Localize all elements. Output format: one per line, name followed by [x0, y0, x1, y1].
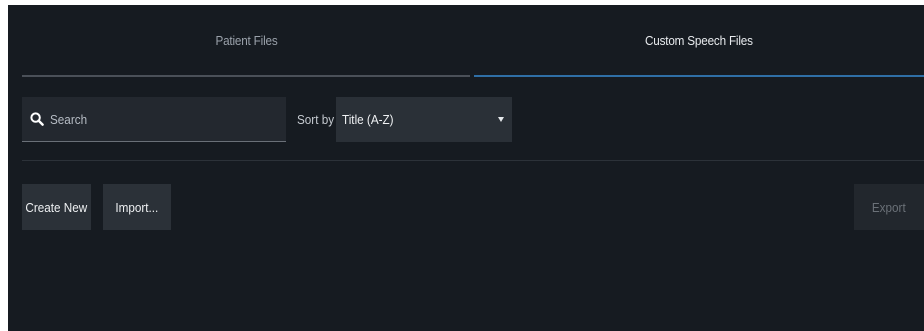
export-label: Export: [872, 199, 906, 215]
create-new-label: Create New: [25, 199, 88, 215]
search-icon: [30, 112, 44, 126]
tab-patient-files-label: Patient Files: [214, 32, 278, 48]
speech-files-panel: Patient Files Custom Speech Files Search…: [8, 5, 924, 331]
tab-bar: Patient Files Custom Speech Files: [22, 5, 924, 77]
import-button[interactable]: Import...: [103, 184, 171, 230]
search-input[interactable]: Search: [50, 112, 87, 127]
chevron-down-icon: [498, 117, 504, 122]
tab-custom-speech-files-label: Custom Speech Files: [645, 32, 753, 48]
search-field[interactable]: Search: [22, 97, 286, 142]
export-button[interactable]: Export: [854, 184, 924, 230]
sort-selected-value: Title (A-Z): [342, 112, 394, 127]
divider: [22, 160, 924, 161]
tab-custom-speech-files[interactable]: Custom Speech Files: [474, 5, 924, 77]
sort-by-label: Sort by: [297, 112, 335, 127]
import-label: Import...: [115, 199, 159, 215]
tab-patient-files[interactable]: Patient Files: [22, 5, 470, 77]
sort-select[interactable]: Title (A-Z): [336, 97, 512, 142]
create-new-button[interactable]: Create New: [22, 184, 91, 230]
